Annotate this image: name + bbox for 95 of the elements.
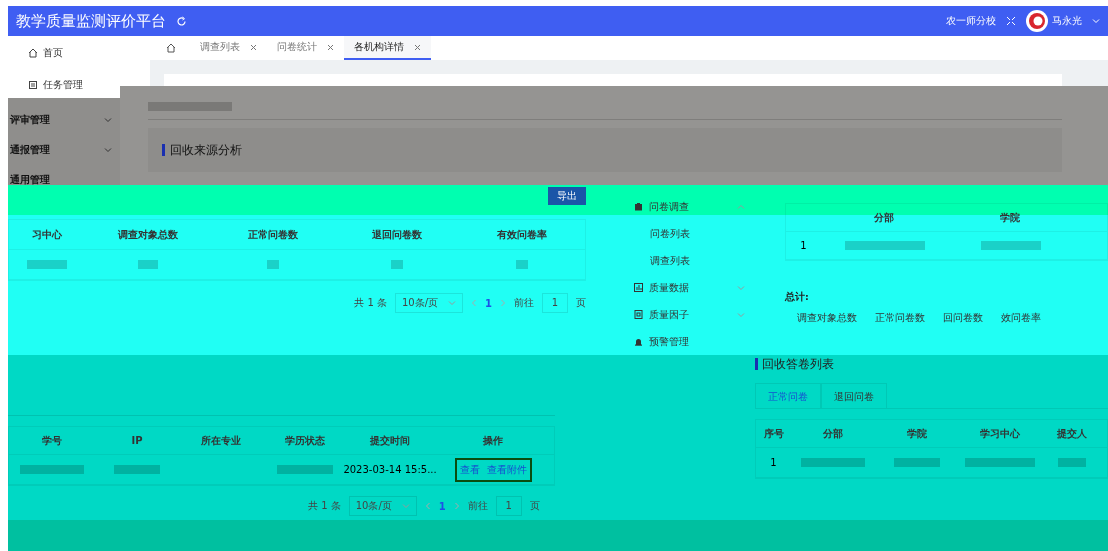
- menu-item[interactable]: 问卷调查: [649, 199, 689, 214]
- sidebar-item[interactable]: 通报管理: [10, 143, 50, 157]
- total-column-label: 效问卷率: [1001, 312, 1041, 325]
- app-title: 教学质量监测评价平台: [16, 11, 166, 31]
- sidebar-item[interactable]: 首页: [43, 46, 63, 60]
- column-header: 提交时间: [369, 433, 412, 448]
- column-header: 正常问卷数: [246, 227, 299, 242]
- chevron-down-icon: [1092, 18, 1100, 24]
- clipboard-icon: [634, 202, 643, 211]
- home-icon: [28, 48, 38, 58]
- column-header: 提交人: [1056, 426, 1088, 441]
- org-name: 农一师分校: [946, 14, 996, 28]
- column-header: 所在专业: [199, 433, 242, 448]
- page-size-select[interactable]: 10条/页: [348, 496, 417, 516]
- sidebar-item[interactable]: 任务管理: [43, 78, 83, 92]
- submenu-item[interactable]: 问卷列表: [650, 226, 690, 241]
- column-header: 序号: [762, 426, 785, 441]
- blurred-text: [1058, 458, 1086, 467]
- row-index: 1: [770, 457, 777, 468]
- accent-bar: [162, 144, 165, 156]
- total-count: 共 1 条: [308, 499, 341, 513]
- column-header: 学习中心: [979, 426, 1021, 441]
- blurred-text: [981, 241, 1041, 250]
- blurred-text: [20, 465, 85, 474]
- total-count: 共 1 条: [354, 296, 387, 310]
- total-column-label: 回问卷数: [943, 312, 983, 325]
- column-header: 有效问卷率: [496, 227, 549, 242]
- sidebar-item[interactable]: 通用管理: [10, 173, 50, 186]
- blurred-text: [113, 465, 160, 474]
- chevron-down-icon: [104, 147, 112, 153]
- blurred-text: [277, 465, 334, 474]
- goto-label: 前往: [467, 499, 488, 513]
- chart-icon: [634, 283, 643, 292]
- avatar-icon[interactable]: [1026, 10, 1048, 32]
- sidebar-item[interactable]: 评审管理: [10, 113, 50, 127]
- page-unit-label: 页: [529, 499, 540, 513]
- chevron-down-icon: [401, 503, 410, 509]
- column-header: 分部: [872, 210, 895, 225]
- row-index: 1: [800, 240, 807, 251]
- table-link[interactable]: 查看: [459, 462, 480, 477]
- column-header: 学历状态: [284, 433, 327, 448]
- tab[interactable]: 正常问卷: [755, 383, 821, 408]
- page-input[interactable]: 1: [542, 293, 568, 313]
- export-button[interactable]: 导出: [548, 187, 586, 205]
- close-icon[interactable]: [327, 43, 334, 51]
- page-number[interactable]: 1: [485, 297, 492, 309]
- chevron-down-icon: [448, 300, 457, 306]
- tab[interactable]: 问卷统计: [267, 36, 344, 60]
- page-unit-label: 页: [576, 296, 586, 310]
- fullscreen-icon[interactable]: [1006, 16, 1016, 26]
- column-header: 习中心: [31, 227, 64, 242]
- goto-label: 前往: [514, 296, 534, 310]
- column-header: 退回问卷数: [371, 227, 424, 242]
- column-header: 调查对象总数: [117, 227, 179, 242]
- home-icon[interactable]: [166, 43, 176, 53]
- close-icon[interactable]: [414, 43, 421, 51]
- blurred-text: [801, 458, 865, 467]
- menu-item[interactable]: 质量数据: [649, 280, 689, 295]
- blurred-text: [27, 260, 68, 269]
- refresh-icon[interactable]: [176, 15, 187, 27]
- menu-item[interactable]: 质量因子: [649, 307, 689, 322]
- column-header: 分部: [822, 426, 844, 441]
- menu-item[interactable]: 预警管理: [649, 334, 689, 349]
- tab[interactable]: 调查列表: [190, 36, 267, 60]
- section-title: 回收来源分析: [170, 141, 242, 159]
- column-header: 操作: [482, 433, 505, 448]
- total-column-label: 调查对象总数: [797, 312, 857, 325]
- accent-bar: [755, 358, 758, 370]
- blurred-text: [138, 260, 158, 269]
- chevron-down-icon: [104, 117, 112, 123]
- column-header: 学号: [41, 433, 64, 448]
- section-title: 回收答卷列表: [762, 355, 834, 373]
- submenu-item[interactable]: 调查列表: [650, 253, 690, 268]
- blurred-text: [391, 260, 404, 269]
- total-label: 总计:: [785, 291, 810, 304]
- blurred-text: [516, 260, 529, 269]
- total-column-label: 正常问卷数: [875, 312, 925, 325]
- page-size-select[interactable]: 10条/页: [394, 293, 464, 313]
- document-icon: [634, 310, 643, 319]
- table-link[interactable]: 查看附件: [486, 462, 527, 477]
- document-icon: [28, 80, 38, 90]
- column-header: 学院: [905, 426, 928, 441]
- tab[interactable]: 各机构详情: [344, 36, 431, 60]
- blurred-text: [266, 260, 279, 269]
- alarm-icon: [634, 337, 643, 346]
- user-name[interactable]: 马永光: [1052, 14, 1082, 28]
- tab[interactable]: 退回问卷: [821, 383, 887, 408]
- column-header: 学院: [998, 210, 1021, 225]
- submit-time: 2023-03-14 15:5...: [343, 464, 437, 475]
- page-input[interactable]: 1: [495, 496, 522, 516]
- blurred-text: [965, 458, 1035, 467]
- page-number[interactable]: 1: [438, 500, 446, 512]
- close-icon[interactable]: [250, 43, 257, 51]
- blurred-text: [893, 458, 940, 467]
- column-header: IP: [130, 435, 144, 446]
